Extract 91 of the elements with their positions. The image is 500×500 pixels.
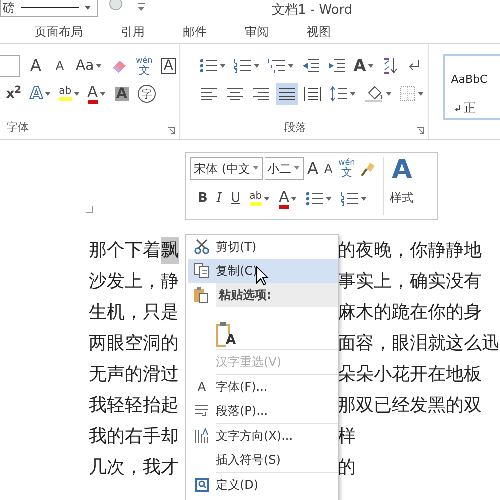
scissors-icon <box>194 239 210 255</box>
caret-icon <box>294 166 300 170</box>
format-painter-icon <box>361 160 378 176</box>
group-label: 字体 <box>7 120 29 136</box>
menu-item[interactable]: 插入符号(S) <box>188 448 338 472</box>
text-line: 麻木的跪在你的身 <box>338 301 482 325</box>
highlight-button[interactable]: ab <box>248 188 272 210</box>
paste-option-button[interactable]: A <box>216 309 236 347</box>
underline-button[interactable]: U <box>229 188 243 210</box>
text-line: 生机，只是 <box>89 301 179 325</box>
group-label: 段落 <box>284 120 307 136</box>
text-line: 两眼空洞的 <box>89 332 179 356</box>
text-line: 沙发上，静 <box>89 270 179 294</box>
mouse-cursor-icon <box>256 266 269 286</box>
font-icon: A <box>198 378 206 396</box>
text-line: 几次，我才 <box>89 456 179 480</box>
style-gallery-item[interactable]: AaBbC 正 <box>443 54 500 120</box>
numbering-icon <box>341 191 360 207</box>
customize-icon[interactable] <box>138 3 145 11</box>
align-left-icon <box>200 87 218 101</box>
text-line: 事实上，确实没有 <box>338 270 482 294</box>
font-color-button[interactable]: A <box>277 188 300 210</box>
borders-icon <box>400 86 416 102</box>
ribbon-tab[interactable]: 引用 <box>121 20 145 43</box>
italic-button[interactable]: I <box>214 188 224 210</box>
menu-item[interactable]: 段落(P)... <box>188 399 338 423</box>
numbering-icon <box>234 58 252 74</box>
text-line: 面容，眼泪就这么迅 <box>338 332 500 356</box>
sort-icon <box>382 57 398 75</box>
paragraph-icon <box>194 404 210 418</box>
menu-item[interactable]: 剪切(T) <box>188 235 338 259</box>
decrease-indent-icon <box>302 58 320 74</box>
corner-mark-icon <box>86 206 94 214</box>
text-line: 那双已经发黑的双 <box>338 394 482 418</box>
distribute-icon <box>304 86 322 102</box>
superscript-button[interactable]: x$^{2}$ <box>4 83 24 105</box>
text-line: 朵朵小花开在地板 <box>338 363 482 387</box>
font-name-field[interactable]: 宋体 (中文 <box>190 157 262 180</box>
text-line: 的夜晚，你静静地 <box>338 239 482 263</box>
font-color-button[interactable]: A <box>86 83 108 105</box>
line-style-icon <box>21 6 81 10</box>
caret-icon <box>85 6 91 10</box>
caret-icon <box>252 166 258 170</box>
copy-icon <box>194 263 210 279</box>
bold-button[interactable]: B <box>196 188 210 210</box>
multilevel-list-icon <box>268 58 286 74</box>
justify-button[interactable] <box>276 83 298 105</box>
ribbon-tab[interactable]: 审阅 <box>245 20 269 43</box>
shading-bucket-icon <box>364 85 384 103</box>
text-effect-button[interactable]: A <box>28 83 54 105</box>
highlight-button[interactable]: ab <box>57 83 82 105</box>
align-center-icon <box>226 87 244 101</box>
selected-text: 飘 <box>161 237 179 264</box>
paragraph-mark-icon <box>455 104 462 112</box>
align-right-icon <box>252 87 270 101</box>
paste-icon <box>193 286 209 304</box>
bullets-icon <box>200 58 218 74</box>
ribbon-tab[interactable]: 页面布局 <box>35 20 83 43</box>
phonetic-guide-button[interactable]: wén 文 <box>134 55 155 77</box>
menu-item[interactable]: 复制(C) <box>188 259 338 283</box>
line-weight-dropdown[interactable]: 磅 <box>0 0 98 17</box>
dialog-launcher-icon[interactable] <box>168 127 175 134</box>
text-line: 我轻轻抬起 <box>89 394 179 418</box>
font-size-field[interactable] <box>0 55 20 77</box>
enclose-character-button[interactable]: 字 <box>136 83 158 105</box>
window-title: 文档1 - Word <box>272 2 353 20</box>
text-direction-icon <box>194 428 210 444</box>
text-line: 我的右手却 <box>89 425 179 449</box>
asian-layout-button[interactable]: A <box>352 55 376 77</box>
font-size-field[interactable]: 小二 <box>264 157 304 180</box>
ribbon-tab[interactable]: 邮件 <box>183 20 207 43</box>
text-line: 样 <box>338 425 356 449</box>
character-border-button[interactable]: A <box>158 55 179 77</box>
text-line: 的 <box>338 456 356 480</box>
line-spacing-icon <box>330 86 348 102</box>
text-line: 那个下着 <box>89 239 161 263</box>
menu-item[interactable]: A 字体(F)... <box>188 375 338 399</box>
change-case-button[interactable]: Aa <box>74 55 104 77</box>
character-shading-button[interactable]: A <box>112 83 132 105</box>
bullets-icon <box>306 191 324 207</box>
define-icon <box>194 477 210 493</box>
phonetic-guide-button[interactable]: wén 文 <box>336 158 358 180</box>
justify-icon <box>278 87 296 101</box>
menu-item[interactable]: 定义(D) <box>188 473 338 497</box>
text-line: 无声的滑过 <box>89 363 179 387</box>
increase-indent-icon <box>328 58 346 74</box>
dialog-launcher-icon[interactable] <box>417 127 424 134</box>
menu-item[interactable]: 文字方向(X)... <box>188 424 338 448</box>
styles-button[interactable]: A 样式 <box>384 157 420 215</box>
menu-section-header: 粘贴选项: <box>216 283 338 307</box>
ribbon-tab[interactable]: 视图 <box>307 20 331 43</box>
